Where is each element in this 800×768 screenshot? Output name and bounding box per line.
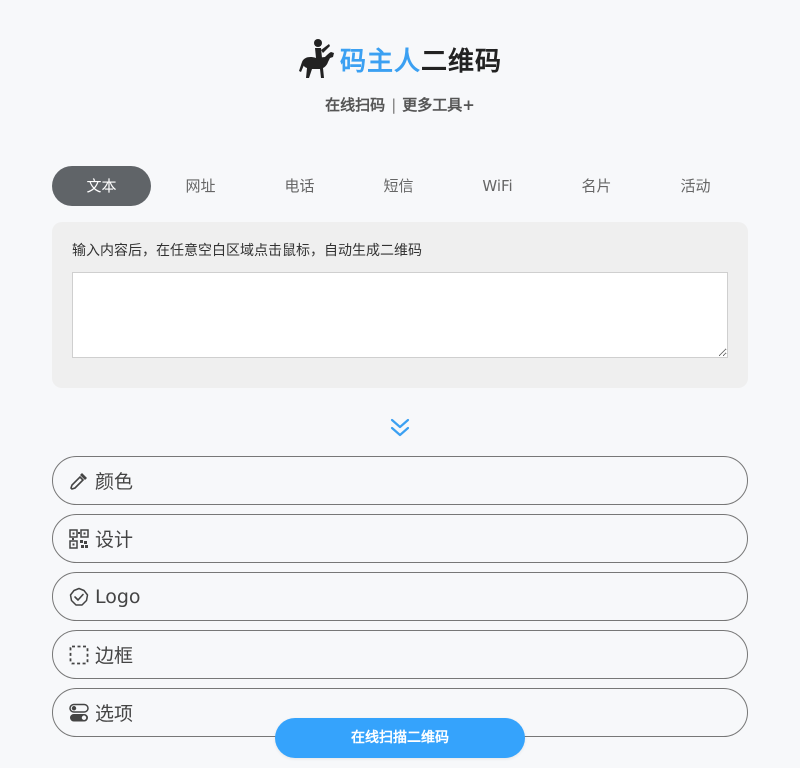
section-color-label: 颜色	[95, 471, 134, 493]
header: 码主人 二维码 在线扫码 | 更多工具+	[0, 36, 800, 115]
text-content-input[interactable]	[72, 272, 728, 358]
section-color[interactable]: 颜色	[52, 456, 748, 505]
input-hint: 输入内容后，在任意空白区域点击鼠标，自动生成二维码	[72, 243, 422, 259]
section-border[interactable]: 边框	[52, 630, 748, 679]
tab-url[interactable]: 网址	[151, 166, 250, 206]
tab-event[interactable]: 活动	[646, 166, 745, 206]
brand-name-primary: 码主人	[339, 46, 421, 77]
online-scan-qrcode-button[interactable]: 在线扫描二维码	[275, 718, 525, 758]
tab-phone[interactable]: 电话	[250, 166, 349, 206]
double-chevron-down-icon[interactable]	[388, 416, 412, 440]
tab-wifi[interactable]: WiFi	[448, 166, 547, 206]
section-design[interactable]: 设计	[52, 514, 748, 563]
online-scan-link[interactable]: 在线扫码	[325, 94, 385, 115]
more-tools-link[interactable]: 更多工具+	[402, 94, 475, 115]
tab-text[interactable]: 文本	[52, 166, 151, 206]
brand-name-secondary: 二维码	[421, 46, 503, 77]
brand-logo[interactable]: 码主人 二维码	[298, 36, 502, 82]
content-type-tabs: 文本 网址 电话 短信 WiFi 名片 活动	[52, 166, 748, 206]
section-border-label: 边框	[95, 645, 134, 667]
section-logo[interactable]: Logo	[52, 572, 748, 621]
tab-sms[interactable]: 短信	[349, 166, 448, 206]
qr-pattern-icon	[69, 528, 89, 549]
section-options-label: 选项	[95, 703, 134, 725]
horse-rider-icon	[298, 39, 334, 78]
badge-check-icon	[69, 587, 89, 607]
dashed-frame-icon	[69, 645, 89, 665]
section-logo-label: Logo	[95, 585, 141, 608]
link-separator: |	[391, 95, 397, 114]
tab-vcard[interactable]: 名片	[547, 166, 646, 206]
eyedropper-icon	[69, 471, 89, 491]
section-design-label: 设计	[95, 529, 134, 551]
toggles-icon	[69, 703, 89, 723]
text-input-panel: 输入内容后，在任意空白区域点击鼠标，自动生成二维码	[52, 222, 748, 388]
sub-navigation: 在线扫码 | 更多工具+	[0, 94, 800, 115]
